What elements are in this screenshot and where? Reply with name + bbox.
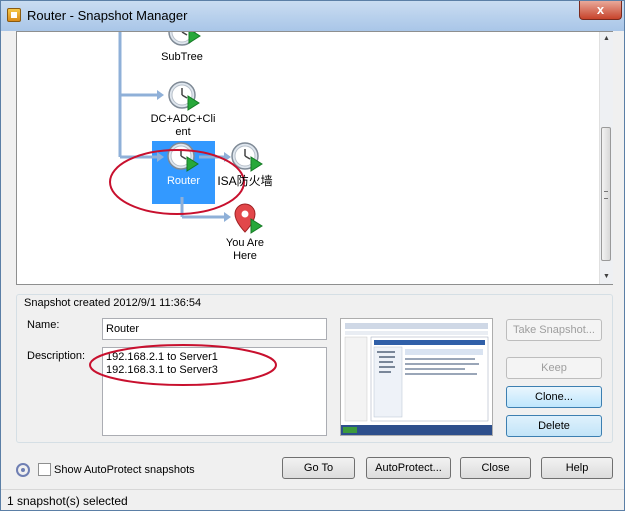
close-window-button[interactable]: x	[579, 1, 622, 20]
snapshot-thumbnail-image	[341, 319, 492, 435]
snapshot-created-text: Snapshot created 2012/9/1 11:36:54	[24, 297, 202, 309]
autoprotect-button[interactable]: AutoProtect...	[366, 457, 451, 479]
status-text: 1 snapshot(s) selected	[7, 494, 128, 508]
autoprotect-icon	[16, 463, 30, 477]
node-subtree-label[interactable]: SubTree	[156, 51, 208, 64]
scroll-down-arrow-icon[interactable]: ▼	[600, 270, 613, 283]
snapshot-manager-window: Router - Snapshot Manager x SubTree DC+A…	[0, 0, 625, 511]
snapshot-name-field[interactable]: Router	[102, 318, 327, 340]
help-button[interactable]: Help	[541, 457, 613, 479]
node-you-are-here-label[interactable]: You Are Here	[221, 237, 269, 263]
node-router-icon[interactable]	[167, 142, 199, 172]
close-button[interactable]: Close	[460, 457, 531, 479]
take-snapshot-button[interactable]: Take Snapshot...	[506, 319, 602, 341]
clone-button[interactable]: Clone...	[506, 386, 602, 408]
delete-button[interactable]: Delete	[506, 415, 602, 437]
node-router-label[interactable]: Router	[152, 175, 215, 188]
window-title: Router - Snapshot Manager	[27, 8, 188, 23]
show-autoprotect-checkbox[interactable]	[38, 463, 51, 476]
scroll-up-arrow-icon[interactable]: ▲	[600, 32, 613, 45]
title-bar: Router - Snapshot Manager x	[1, 1, 624, 31]
go-to-button[interactable]: Go To	[282, 457, 355, 479]
node-dc-adc-client-label-line-1: DC+ADC+Cli	[150, 113, 216, 125]
node-isa-label[interactable]: ISA防火墙	[216, 175, 274, 188]
node-you-are-here-label-line-1: You Are	[225, 237, 265, 249]
node-dc-adc-client-label-line-2: ent	[175, 126, 191, 138]
snapshot-tree-panel: SubTree DC+ADC+Cli ent Router ISA防火墙 You…	[16, 31, 613, 285]
vmware-app-icon	[7, 8, 21, 22]
node-subtree-icon[interactable]	[168, 32, 201, 46]
tree-vertical-scrollbar[interactable]: ▲ ▼	[599, 32, 613, 284]
scroll-thumb[interactable]	[601, 127, 611, 261]
scroll-grip-icon	[604, 191, 608, 199]
you-are-here-pin-icon[interactable]	[234, 203, 263, 234]
description-annotation-ellipse	[89, 344, 277, 386]
name-label: Name:	[27, 319, 60, 331]
status-bar: 1 snapshot(s) selected	[1, 489, 624, 510]
show-autoprotect-label[interactable]: Show AutoProtect snapshots	[54, 464, 195, 476]
keep-button[interactable]: Keep	[506, 357, 602, 379]
description-label: Description:	[27, 350, 86, 362]
node-dc-adc-client-icon[interactable]	[168, 81, 200, 111]
node-you-are-here-label-line-2: Here	[233, 250, 257, 262]
snapshot-tree-graph	[109, 32, 263, 234]
snapshot-thumbnail	[340, 318, 493, 436]
node-dc-adc-client-label[interactable]: DC+ADC+Cli ent	[147, 113, 219, 139]
